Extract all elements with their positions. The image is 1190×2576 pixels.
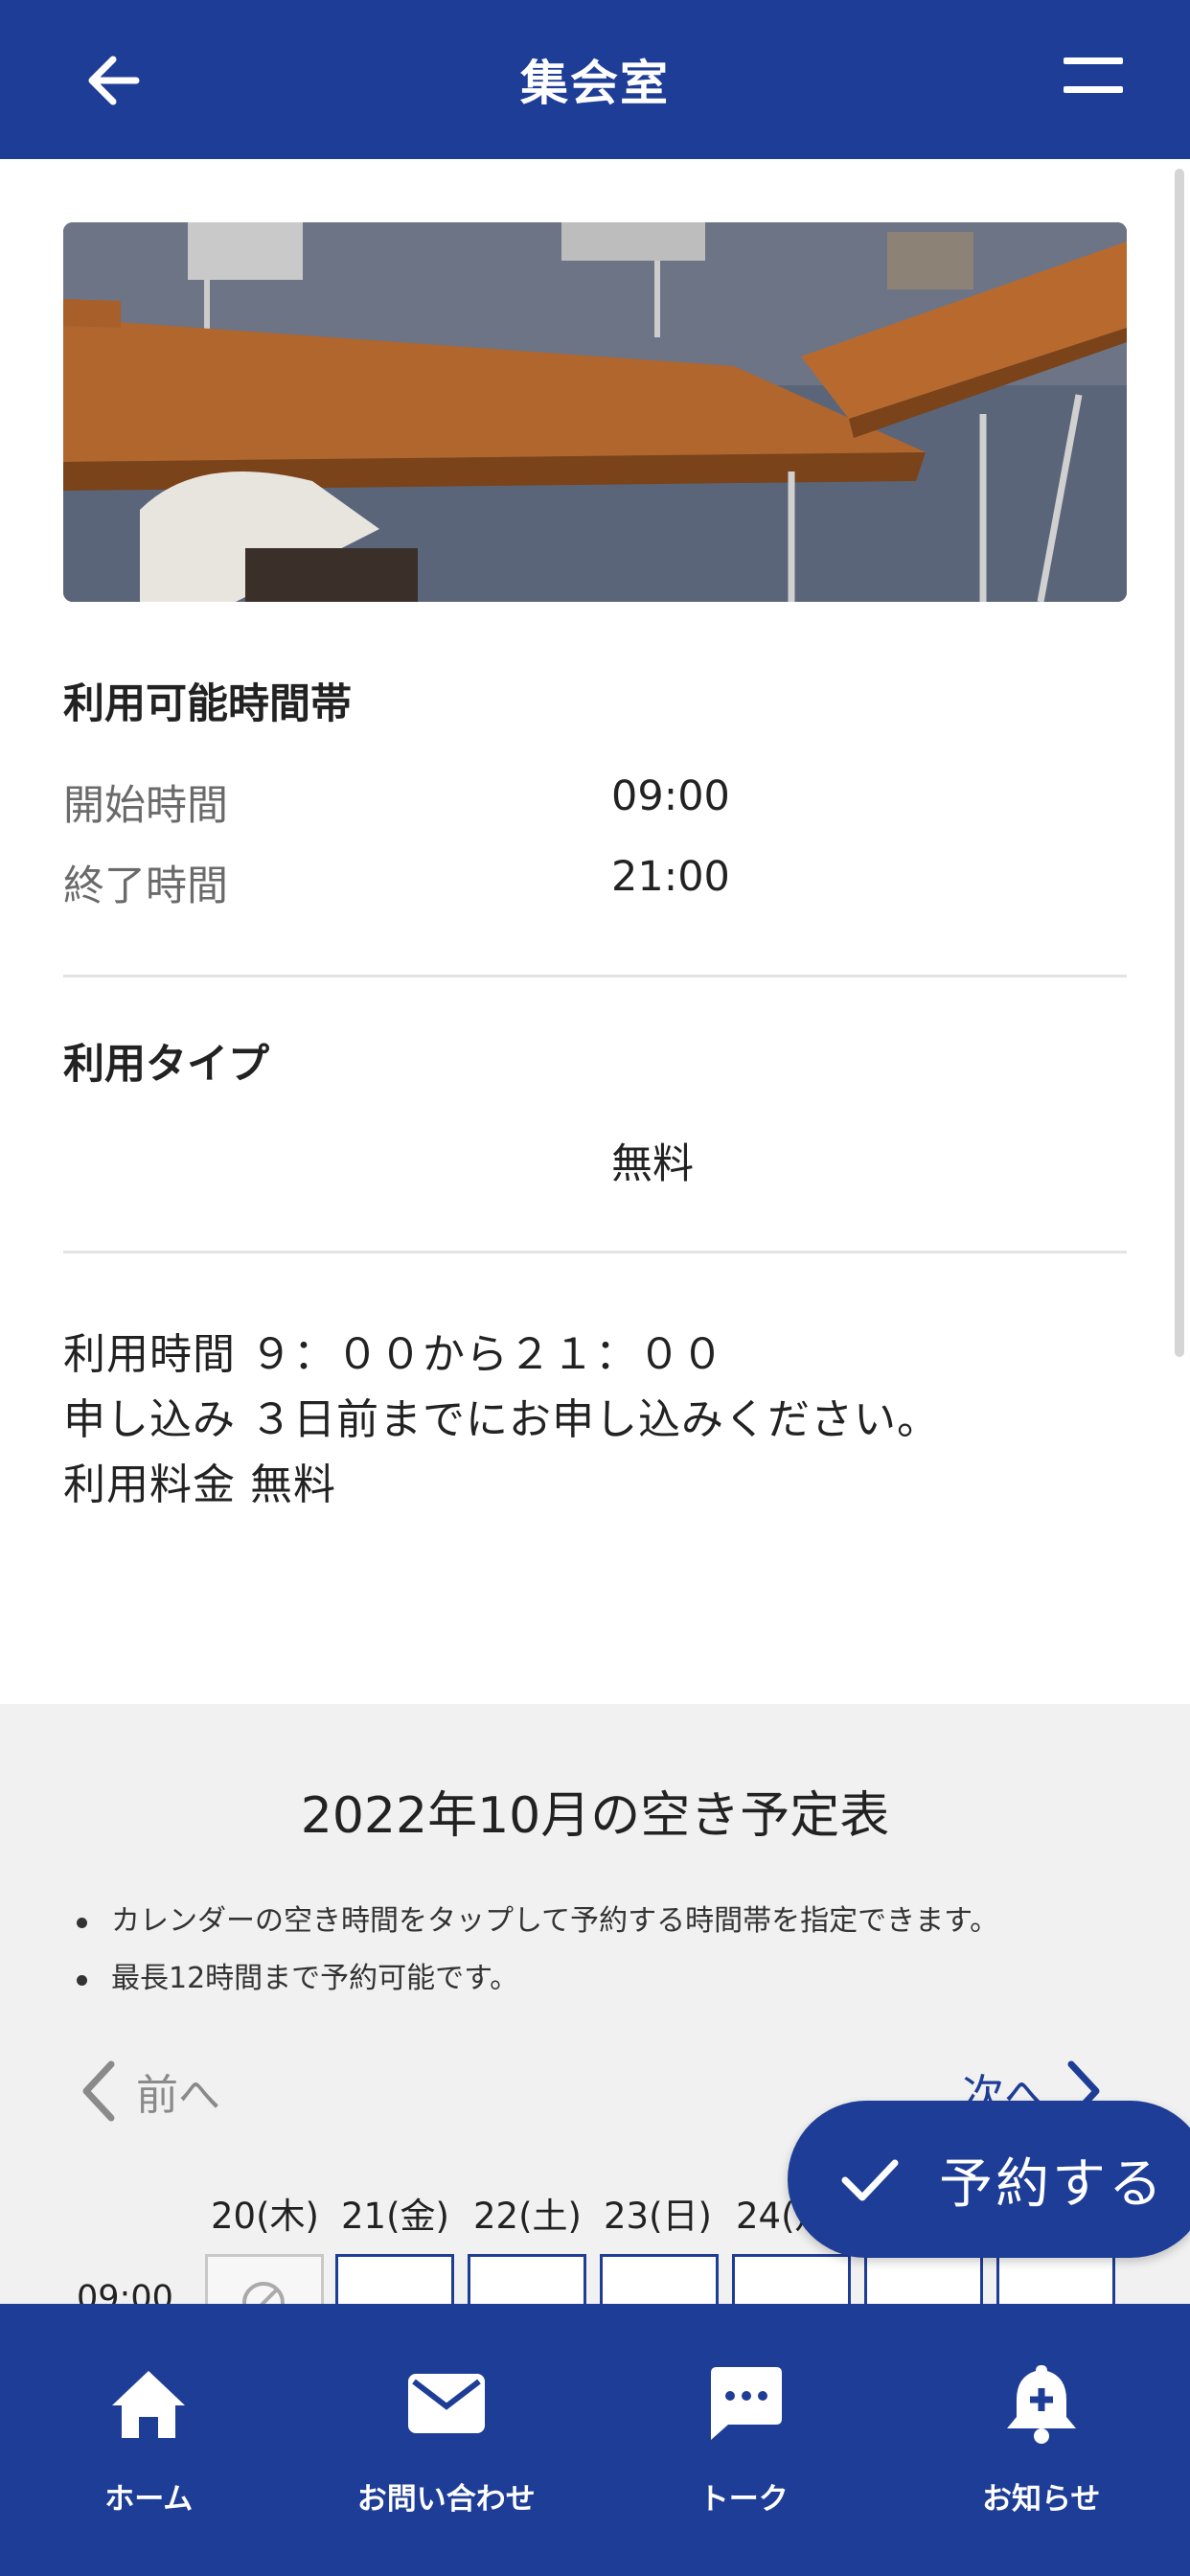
slot-available[interactable] bbox=[600, 2254, 719, 2312]
slot-unavailable bbox=[205, 2254, 324, 2324]
prev-label: 前へ bbox=[136, 2071, 220, 2120]
slot-available[interactable] bbox=[732, 2254, 851, 2312]
bell-icon bbox=[1006, 2365, 1076, 2444]
day-header: 20(木) bbox=[211, 2196, 319, 2237]
tab-home[interactable]: ホーム bbox=[0, 2304, 298, 2576]
day-header: 23(日) bbox=[604, 2196, 712, 2237]
schedule-notes: カレンダーの空き時間をタップして予約する時間帯を指定できます。 最長12時間まで… bbox=[73, 1893, 998, 2008]
start-time-label: 開始時間 bbox=[63, 782, 228, 830]
page-title: 集会室 bbox=[520, 56, 670, 111]
facility-description: 利用時間 ９：００から２１：００ 申し込み ３日前までにお申し込みください。 利… bbox=[63, 1322, 940, 1518]
divider bbox=[63, 1251, 1127, 1254]
home-icon bbox=[112, 2371, 186, 2438]
slot-available[interactable] bbox=[996, 2254, 1115, 2312]
tab-label: ホーム bbox=[104, 2482, 194, 2517]
menu-icon[interactable] bbox=[1064, 58, 1127, 102]
tab-label: トーク bbox=[698, 2482, 789, 2517]
end-time-label: 終了時間 bbox=[63, 862, 228, 910]
end-time-value: 21:00 bbox=[611, 853, 730, 901]
slot-available[interactable] bbox=[335, 2254, 454, 2312]
slot-available[interactable] bbox=[864, 2254, 983, 2312]
description-line: 利用時間 ９：００から２１：００ bbox=[63, 1330, 724, 1379]
tab-contact[interactable]: お問い合わせ bbox=[298, 2304, 596, 2576]
start-time-value: 09:00 bbox=[611, 772, 730, 820]
day-header: 22(土) bbox=[473, 2196, 582, 2237]
chevron-left-icon bbox=[82, 2060, 115, 2122]
mail-icon bbox=[407, 2374, 485, 2433]
tab-news[interactable]: お知らせ bbox=[893, 2304, 1190, 2576]
back-arrow-icon[interactable] bbox=[80, 46, 149, 115]
check-icon bbox=[841, 2159, 899, 2201]
day-header: 21(金) bbox=[341, 2196, 449, 2237]
bottom-tab-bar: ホーム お問い合わせ トーク お知らせ bbox=[0, 2304, 1190, 2576]
description-line: 利用料金 無料 bbox=[63, 1460, 336, 1509]
schedule-note: カレンダーの空き時間をタップして予約する時間帯を指定できます。 bbox=[73, 1893, 998, 1950]
slot-available[interactable] bbox=[468, 2254, 586, 2312]
scrollbar[interactable] bbox=[1175, 169, 1184, 1357]
facility-photo bbox=[63, 222, 1127, 602]
reserve-button[interactable]: 予約する bbox=[788, 2101, 1190, 2258]
schedule-note: 最長12時間まで予約可能です。 bbox=[73, 1950, 998, 2008]
tab-talk[interactable]: トーク bbox=[595, 2304, 893, 2576]
app-header: 集会室 bbox=[0, 0, 1190, 159]
usage-type-value: 無料 bbox=[611, 1140, 694, 1188]
usage-type-title: 利用タイプ bbox=[63, 1041, 269, 1089]
reserve-label: 予約する bbox=[939, 2152, 1165, 2216]
schedule-title: 2022年10月の空き予定表 bbox=[300, 1787, 890, 1845]
chat-icon bbox=[711, 2367, 783, 2440]
prev-week-button[interactable]: 前へ bbox=[80, 2060, 220, 2122]
tab-label: お問い合わせ bbox=[356, 2482, 536, 2517]
tab-label: お知らせ bbox=[982, 2482, 1101, 2517]
availability-title: 利用可能時間帯 bbox=[63, 680, 352, 728]
description-line: 申し込み ３日前までにお申し込みください。 bbox=[63, 1395, 940, 1444]
divider bbox=[63, 975, 1127, 978]
